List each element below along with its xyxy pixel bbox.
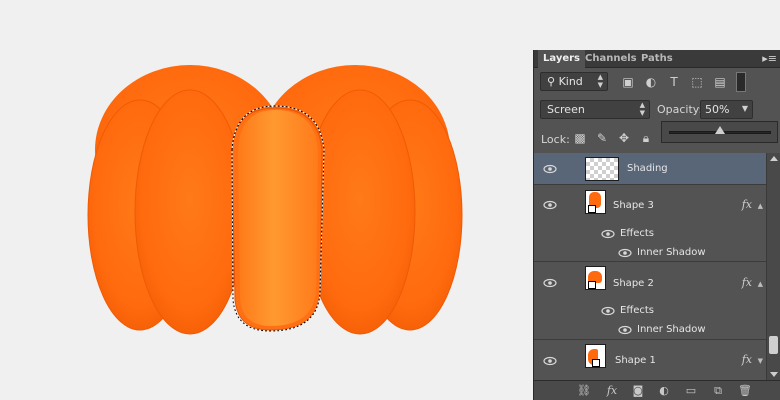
visibility-eye-icon[interactable] [543,164,557,174]
layer-row-shape-1[interactable]: Shape 1 fx ▼ [534,341,766,380]
new-adjustment-icon[interactable]: ◐ [656,383,672,399]
image-filter-icon[interactable]: ▣ [620,74,636,90]
layer-thumbnail [585,344,606,368]
lock-position-icon[interactable]: ✥ [616,130,632,146]
effects-visibility-eye-icon[interactable] [601,306,615,316]
visibility-eye-icon[interactable] [543,278,557,288]
tab-channels[interactable]: Channels [580,50,642,68]
lock-all-icon[interactable]: 🔒︎ [638,130,654,146]
scroll-up-icon[interactable] [770,156,778,161]
vector-mask-icon [588,281,596,289]
lock-image-icon[interactable]: ✎ [594,130,610,146]
layer-name: Shape 3 [613,200,654,211]
link-layers-icon[interactable]: ⛓ [576,383,592,399]
visibility-eye-icon[interactable] [543,200,557,210]
scroll-thumb[interactable] [769,336,778,354]
dropdown-arrows-icon: ▲ ▼ [597,73,603,89]
layers-list: Shading Shape 3 fx ▲ Effects Inner Shado… [534,153,766,380]
lock-label: Lock: [541,133,570,146]
new-group-icon[interactable]: ▭ [683,383,699,399]
layer-row-shape-3[interactable]: Shape 3 fx ▲ Effects Inner Shadow [534,185,766,262]
type-filter-icon[interactable]: T [666,74,682,90]
effect-name: Inner Shadow [637,324,706,335]
delete-layer-icon[interactable]: 🗑︎ [737,383,753,399]
scroll-down-icon[interactable] [770,372,778,377]
document-canvas[interactable] [0,0,533,400]
expand-effects-icon[interactable]: ▲ [758,280,763,288]
pumpkin-artwork [87,65,463,335]
layer-thumbnail [585,157,619,181]
expand-effects-icon[interactable]: ▼ [758,357,763,365]
panel-menu-icon[interactable]: ▸≡ [762,52,777,66]
shape-filter-icon[interactable]: ⬚ [689,74,705,90]
adjustment-filter-icon[interactable]: ◐ [643,74,659,90]
blend-mode-value: Screen [547,103,585,116]
opacity-slider-popup[interactable] [661,121,778,143]
opacity-label: Opacity: [657,103,703,116]
expand-effects-icon[interactable]: ▲ [758,202,763,210]
tab-paths[interactable]: Paths [636,50,678,68]
filter-toggle-icon[interactable] [736,72,746,92]
kind-filter-label: Kind [558,75,583,88]
effect-name: Inner Shadow [637,247,706,258]
layer-row-shading[interactable]: Shading [534,153,766,185]
new-layer-icon[interactable]: ⧉ [710,383,726,399]
search-icon: ⚲ [547,75,556,88]
vector-mask-icon [592,359,600,367]
opacity-slider-thumb[interactable] [715,126,725,134]
layer-name: Shape 2 [613,278,654,289]
vector-mask-icon [588,205,596,213]
lock-transparent-icon[interactable]: ▩ [572,130,588,146]
add-style-icon[interactable]: fx [604,383,620,399]
layers-panel-footer: ⛓ fx ◙ ◐ ▭ ⧉ 🗑︎ [534,380,780,400]
effects-fx-icon[interactable]: fx [742,198,752,211]
effects-label: Effects [620,228,654,239]
layer-name: Shape 1 [615,355,656,366]
effects-fx-icon[interactable]: fx [742,353,752,366]
panel-tab-bar: Layers Channels Paths ▸≡ [534,50,780,68]
layer-row-shape-2[interactable]: Shape 2 fx ▲ Effects Inner Shadow [534,263,766,340]
dropdown-arrows-icon: ▲ ▼ [639,101,645,117]
layer-thumbnail [585,190,606,214]
effects-label: Effects [620,305,654,316]
kind-filter-dropdown[interactable]: ⚲ Kind ▲ ▼ [540,72,608,91]
effects-fx-icon[interactable]: fx [742,276,752,289]
opacity-value: 50% [705,103,730,116]
add-mask-icon[interactable]: ◙ [630,383,646,399]
effects-visibility-eye-icon[interactable] [601,229,615,239]
layer-name: Shading [627,163,668,174]
visibility-eye-icon[interactable] [543,356,557,366]
layer-thumbnail [585,266,606,290]
blend-mode-dropdown[interactable]: Screen ▲ ▼ [540,100,650,119]
layers-scrollbar[interactable] [766,153,780,380]
effect-visibility-eye-icon[interactable] [618,325,632,335]
tab-layers[interactable]: Layers [538,50,585,68]
smart-object-filter-icon[interactable]: ▤ [712,74,728,90]
opacity-dropdown-arrow-icon[interactable]: ▼ [737,101,753,117]
effect-visibility-eye-icon[interactable] [618,248,632,258]
